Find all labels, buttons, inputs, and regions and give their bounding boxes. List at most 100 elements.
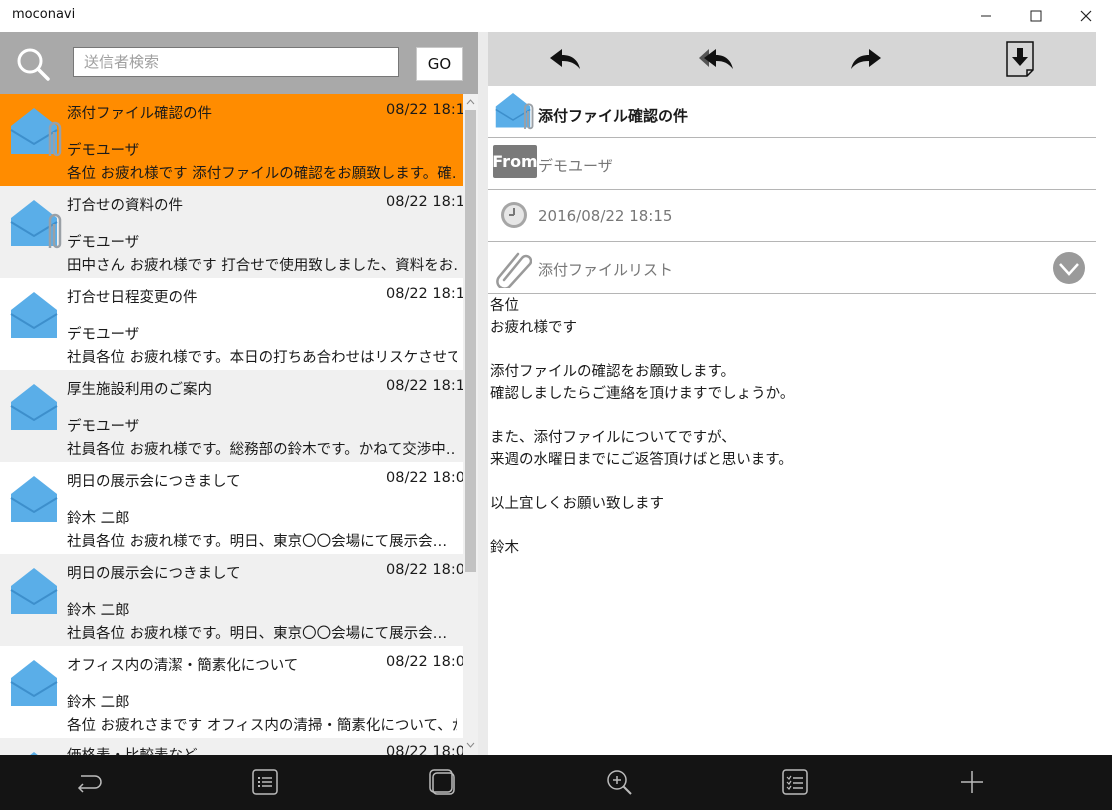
envelope-attachment-icon	[10, 108, 62, 157]
body-line	[490, 339, 1090, 361]
expand-attachments-icon[interactable]	[1052, 251, 1086, 285]
message-list-scrollbar[interactable]	[463, 94, 478, 755]
message-subject: 価格表・比較表など	[67, 744, 198, 755]
scroll-down-icon[interactable]	[463, 739, 478, 751]
message-preview: 社員各位 お疲れ様です。明日、東京〇〇会場にて展示会…	[67, 534, 448, 550]
body-line: また、添付ファイルについてですが、	[490, 430, 736, 446]
checklist-icon	[782, 769, 808, 795]
forward-icon	[851, 49, 881, 69]
download-button[interactable]	[1000, 40, 1040, 78]
checklist-button[interactable]	[780, 767, 810, 797]
envelope-icon	[10, 384, 58, 430]
search-bar: GO	[0, 32, 478, 94]
body-line: 来週の水曜日までにご返答頂けばと思います。	[490, 452, 793, 468]
message-subject: 打合せの資料の件	[67, 198, 183, 214]
message-row[interactable]: 添付ファイル確認の件 08/22 18:15 デモユーザ 各位 お疲れ様です 添…	[0, 94, 463, 186]
message-preview: 社員各位 お疲れ様です。総務部の鈴木です。かねて交渉中…	[67, 442, 457, 458]
message-sender: デモユーザ	[67, 419, 140, 435]
message-preview: 社員各位 お疲れ様です。本日の打ちあ合わせはリスケさせて…	[67, 350, 457, 366]
list-button[interactable]	[250, 767, 280, 797]
attachment-list-label: 添付ファイルリスト	[538, 261, 674, 279]
window-title: moconavi	[12, 7, 76, 22]
reply-all-button[interactable]	[696, 40, 736, 78]
message-subject: 打合せ日程変更の件	[67, 290, 198, 306]
scroll-thumb[interactable]	[465, 110, 476, 572]
scroll-up-icon[interactable]	[463, 96, 478, 108]
message-sender: 鈴木 二郎	[67, 511, 130, 527]
message-preview: 社員各位 お疲れ様です。明日、東京〇〇会場にて展示会…	[67, 626, 448, 642]
window-button[interactable]	[427, 767, 457, 797]
bottom-app-bar	[0, 755, 1112, 810]
download-icon	[1006, 41, 1034, 77]
body-line	[490, 515, 1090, 537]
detail-subject-row: 添付ファイル確認の件	[488, 86, 1096, 138]
minimize-icon	[981, 15, 991, 17]
message-list: 添付ファイル確認の件 08/22 18:15 デモユーザ 各位 お疲れ様です 添…	[0, 94, 463, 755]
message-sender: 鈴木 二郎	[67, 695, 130, 711]
envelope-icon	[10, 476, 58, 522]
body-line: 鈴木	[490, 540, 519, 556]
body-line	[490, 471, 1090, 493]
detail-from: デモユーザ	[538, 157, 613, 175]
message-sender: デモユーザ	[67, 235, 140, 251]
envelope-attachment-icon	[495, 93, 534, 130]
message-sender: デモユーザ	[67, 143, 140, 159]
message-list-pane: GO 添付ファイル確認の件 08/22 18:15 デモユーザ 各位 お疲れ様で…	[0, 32, 478, 755]
forward-button[interactable]	[846, 40, 886, 78]
message-date: 08/22 18:04	[386, 562, 463, 578]
envelope-attachment-icon	[10, 200, 62, 249]
message-preview: 田中さん お疲れ様です 打合せで使用致しました、資料をお…	[67, 258, 457, 274]
body-line: 確認しましたらご連絡を頂けますでしょうか。	[490, 386, 795, 402]
message-row[interactable]: 打合せ日程変更の件 08/22 18:15 デモユーザ 社員各位 お疲れ様です。…	[0, 278, 463, 370]
message-subject: 添付ファイル確認の件	[67, 106, 212, 122]
add-button[interactable]	[957, 767, 987, 797]
message-subject: オフィス内の清潔・簡素化について	[67, 658, 299, 674]
reply-icon	[550, 49, 580, 69]
search-icon[interactable]	[14, 46, 52, 82]
minimize-button[interactable]	[963, 0, 1009, 32]
message-date: 08/22 18:04	[386, 654, 463, 670]
detail-subject: 添付ファイル確認の件	[538, 107, 689, 125]
message-row[interactable]: 価格表・比較表など 08/22 18:0	[0, 738, 463, 755]
maximize-icon	[1030, 10, 1042, 22]
body-line	[490, 405, 1090, 427]
message-date: 08/22 18:15	[386, 102, 463, 118]
body-line: 以上宜しくお願い致します	[490, 496, 664, 512]
title-bar: moconavi	[0, 0, 1112, 32]
message-row[interactable]: オフィス内の清潔・簡素化について 08/22 18:04 鈴木 二郎 各位 お疲…	[0, 646, 463, 738]
message-row[interactable]: 明日の展示会につきまして 08/22 18:04 鈴木 二郎 社員各位 お疲れ様…	[0, 554, 463, 646]
message-row[interactable]: 厚生施設利用のご案内 08/22 18:15 デモユーザ 社員各位 お疲れ様です…	[0, 370, 463, 462]
message-subject: 明日の展示会につきまして	[67, 474, 241, 490]
paperclip-icon	[496, 252, 532, 288]
add-icon	[961, 771, 983, 793]
envelope-icon	[10, 660, 58, 706]
zoom-icon	[607, 770, 632, 795]
maximize-button[interactable]	[1013, 0, 1059, 32]
window-icon	[429, 769, 455, 795]
list-icon	[252, 769, 278, 795]
back-icon	[77, 775, 102, 793]
body-line: お疲れ様です	[490, 320, 577, 336]
close-icon	[1080, 10, 1092, 22]
reply-all-icon	[699, 49, 733, 69]
go-button[interactable]: GO	[416, 47, 463, 81]
message-sender: 鈴木 二郎	[67, 603, 130, 619]
body-line: 各位	[490, 298, 519, 314]
message-row[interactable]: 明日の展示会につきまして 08/22 18:04 鈴木 二郎 社員各位 お疲れ様…	[0, 462, 463, 554]
body-line: 添付ファイルの確認をお願致します。	[490, 364, 736, 380]
message-date: 08/22 18:15	[386, 378, 463, 394]
detail-datetime: 2016/08/22 18:15	[538, 207, 673, 225]
zoom-button[interactable]	[604, 767, 634, 797]
sender-search-input[interactable]	[73, 47, 399, 77]
message-detail-pane: 添付ファイル確認の件 From デモユーザ 2016/08/22 18:15 添…	[488, 32, 1112, 755]
clock-icon	[501, 202, 527, 228]
envelope-icon	[10, 292, 58, 338]
message-date: 08/22 18:15	[386, 194, 463, 210]
message-subject: 厚生施設利用のご案内	[67, 382, 212, 398]
from-badge: From	[492, 145, 538, 178]
reply-button[interactable]	[545, 40, 585, 78]
back-button[interactable]	[73, 767, 103, 797]
pane-divider[interactable]	[478, 32, 488, 755]
close-button[interactable]	[1063, 0, 1109, 32]
message-row[interactable]: 打合せの資料の件 08/22 18:15 デモユーザ 田中さん お疲れ様です 打…	[0, 186, 463, 278]
